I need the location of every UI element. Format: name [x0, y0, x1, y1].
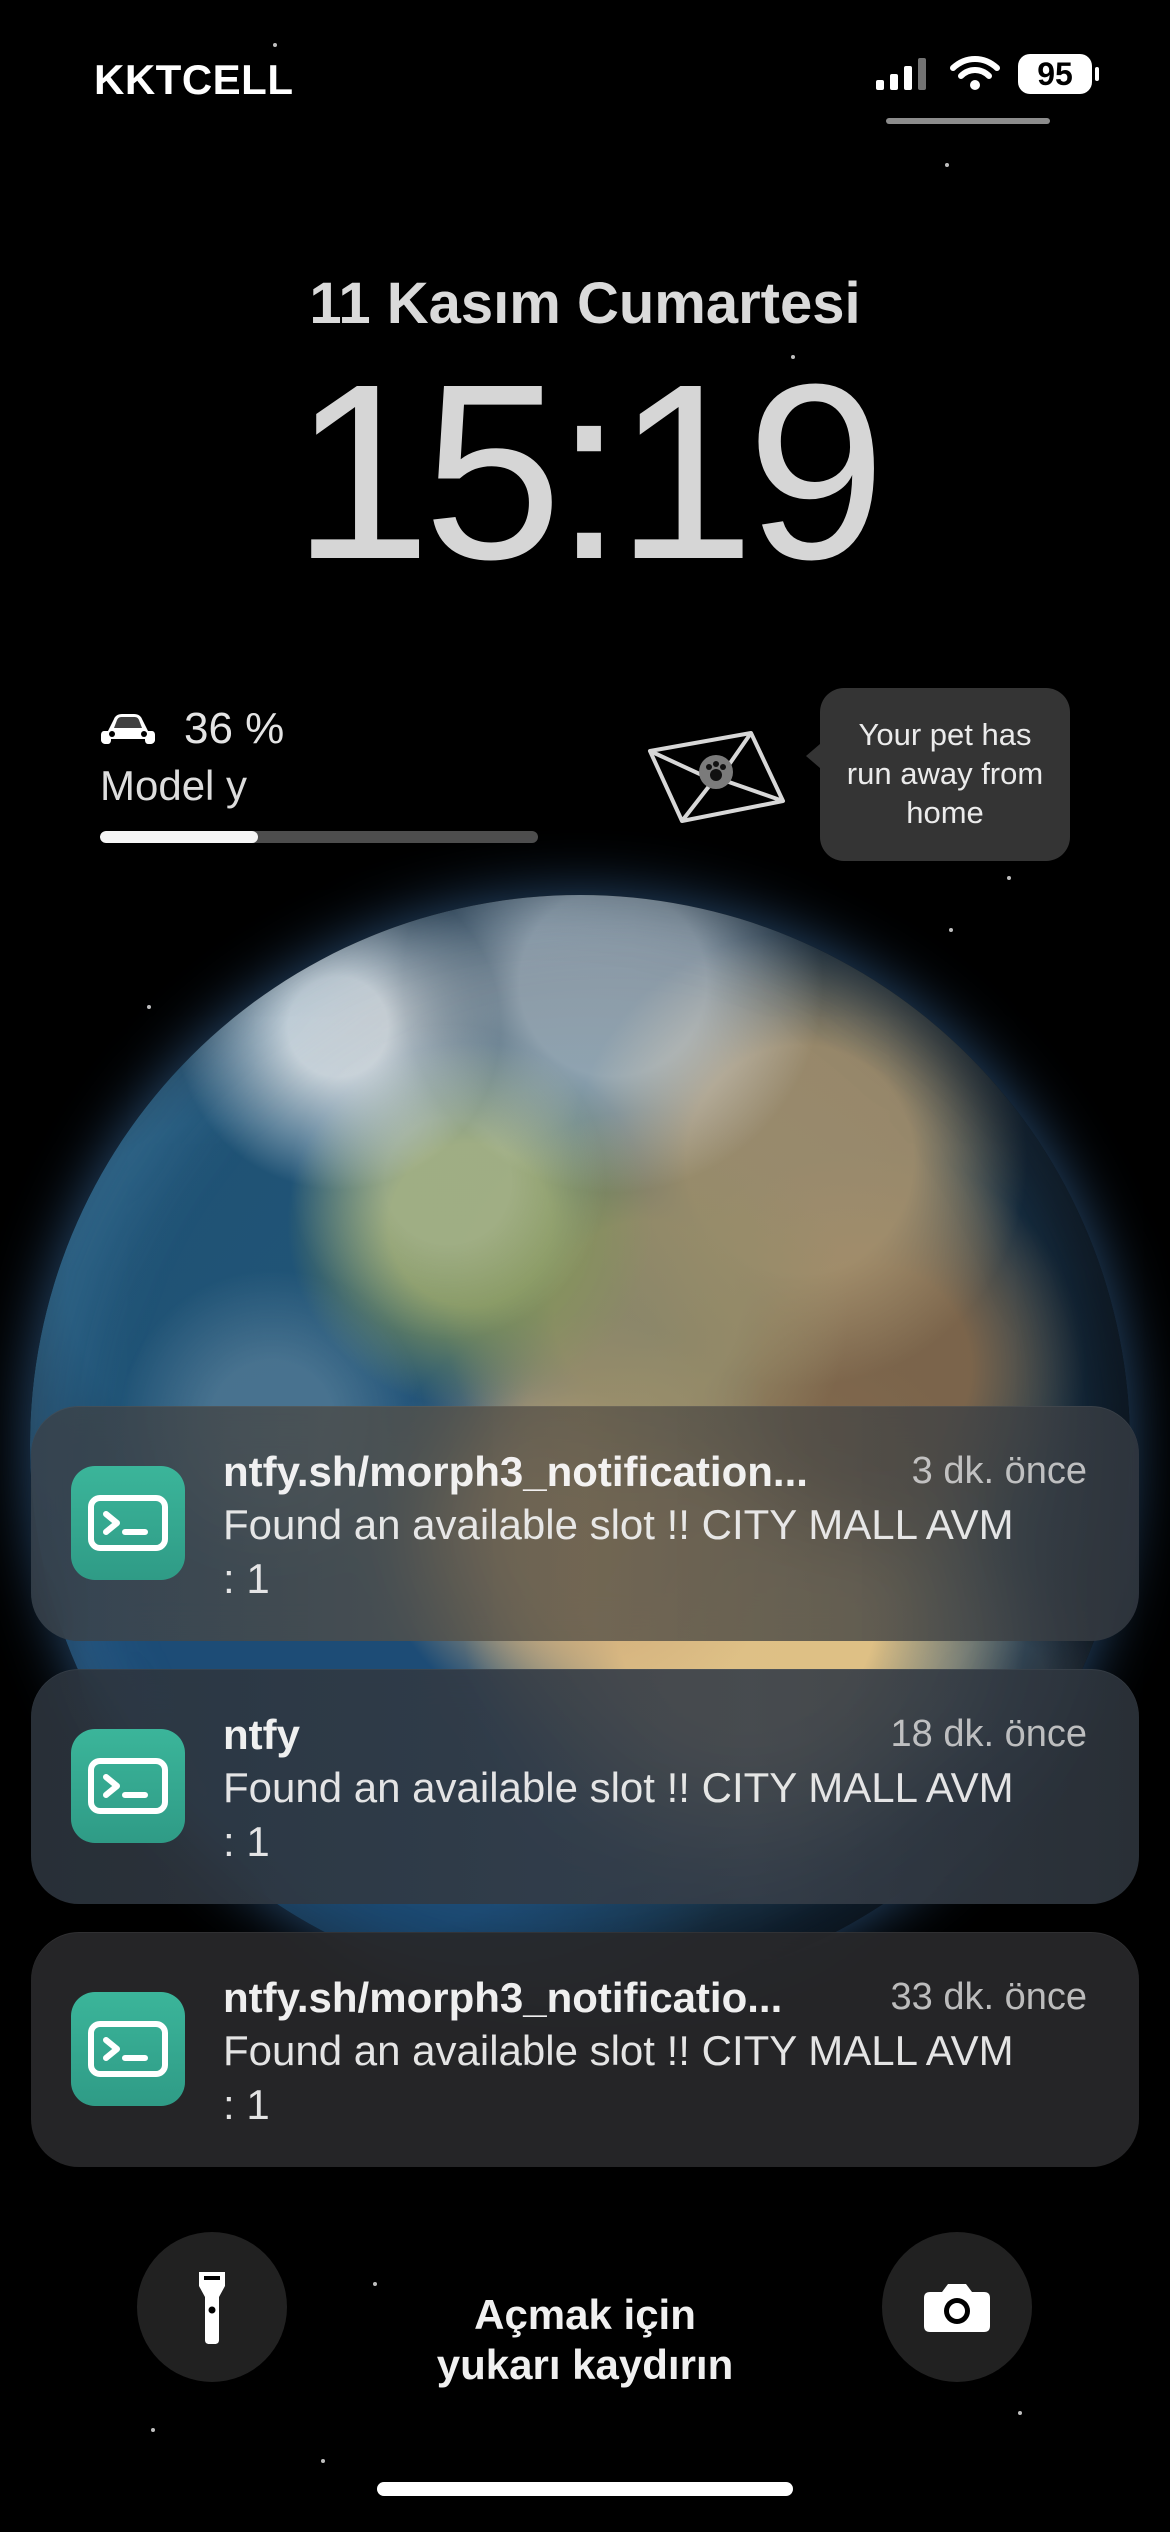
lock-screen: KKTCELL 95 11 Kasım Cumartesi 15:19 36 %… [0, 0, 1170, 2532]
star [321, 2459, 325, 2463]
star [147, 1005, 151, 1009]
star [945, 163, 949, 167]
notification-title: ntfy [223, 1711, 300, 1758]
car-battery-widget[interactable]: 36 % Model y [100, 700, 542, 850]
car-battery-progress [100, 831, 538, 843]
notification-card[interactable]: ntfy 18 dk. önce Found an available slot… [31, 1669, 1139, 1904]
notification-body: Found an available slot !! CITY MALL AVM… [223, 1764, 1014, 1865]
notification-time: 3 dk. önce [911, 1450, 1087, 1492]
notification-card[interactable]: ntfy.sh/morph3_notification... 3 dk. önc… [31, 1406, 1139, 1641]
pet-message-widget[interactable]: Your pet has run away from home [640, 685, 1070, 861]
envelope-paw-icon [640, 727, 790, 827]
battery-level: 95 [1037, 55, 1073, 92]
pet-message-bubble: Your pet has run away from home [806, 688, 1070, 861]
lock-screen-date: 11 Kasım Cumartesi [309, 271, 861, 336]
star [1018, 2411, 1022, 2415]
car-model: Model y [100, 762, 248, 809]
status-icons: 95 [874, 54, 1099, 94]
star [949, 928, 953, 932]
lock-screen-time: 15:19 [292, 332, 886, 611]
battery-icon: 95 [1018, 54, 1099, 94]
car-icon [100, 709, 156, 749]
star [151, 2428, 155, 2432]
home-indicator[interactable] [377, 2482, 793, 2496]
notification-title: ntfy.sh/morph3_notificatio... [223, 1974, 783, 2021]
star [373, 2282, 377, 2286]
notification-card[interactable]: ntfy.sh/morph3_notificatio... 33 dk. önc… [31, 1932, 1139, 2167]
notification-time: 33 dk. önce [890, 1976, 1087, 2018]
status-bar-underline [886, 118, 1050, 124]
camera-icon [922, 2280, 992, 2334]
notification-stack: ntfy.sh/morph3_notification... 3 dk. önc… [31, 1406, 1139, 2195]
terminal-app-icon [71, 1992, 185, 2106]
camera-button[interactable] [882, 2232, 1032, 2382]
notification-time: 18 dk. önce [890, 1713, 1087, 1755]
car-battery-progress-fill [100, 831, 258, 843]
carrier-name: KKTCELL [94, 56, 294, 103]
car-battery-percent: 36 % [184, 704, 285, 753]
terminal-app-icon [71, 1466, 185, 1580]
car-status-row: 36 % [100, 700, 542, 758]
notification-body: Found an available slot !! CITY MALL AVM… [223, 2027, 1014, 2128]
notification-title: ntfy.sh/morph3_notification... [223, 1448, 808, 1495]
terminal-app-icon [71, 1729, 185, 1843]
star [1007, 876, 1011, 880]
notification-body: Found an available slot !! CITY MALL AVM… [223, 1501, 1014, 1602]
cellular-signal-icon [874, 56, 932, 92]
wifi-icon [950, 56, 1000, 92]
status-bar: KKTCELL 95 [0, 0, 1170, 160]
